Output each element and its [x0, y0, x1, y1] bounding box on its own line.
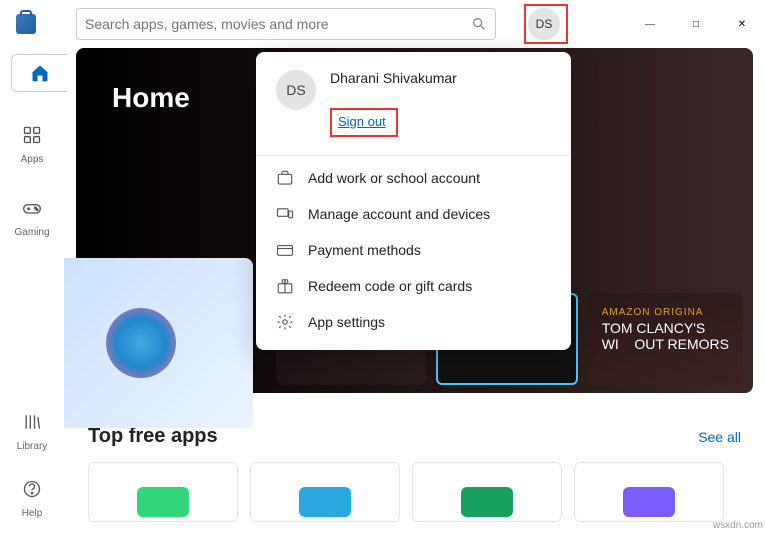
nav-home[interactable]	[0, 54, 67, 92]
minimize-button[interactable]: —	[627, 8, 673, 40]
search-input[interactable]	[85, 16, 471, 32]
nav-apps[interactable]: Apps	[12, 116, 52, 165]
gaming-icon	[22, 198, 42, 218]
page-title: Home	[112, 82, 190, 114]
library-icon	[22, 412, 42, 432]
divider	[256, 155, 571, 156]
store-logo-icon	[16, 14, 36, 34]
flyout-payment[interactable]: Payment methods	[256, 232, 571, 268]
sign-out-link[interactable]: Sign out	[338, 114, 386, 129]
apps-icon	[22, 125, 42, 145]
help-icon	[22, 479, 42, 499]
flyout-item-label: App settings	[308, 314, 385, 330]
flyout-item-label: Payment methods	[308, 242, 421, 258]
briefcase-icon	[276, 169, 294, 187]
sidebar: Apps Gaming Library Help	[0, 48, 64, 533]
nav-gaming-label: Gaming	[14, 227, 49, 238]
profile-button[interactable]: DS	[528, 8, 560, 40]
nav-help-label: Help	[22, 508, 43, 519]
account-email-redacted	[330, 86, 470, 98]
nav-gaming[interactable]: Gaming	[12, 189, 52, 238]
profile-highlight: DS	[524, 4, 568, 44]
app-card[interactable]	[412, 462, 562, 522]
tile-label: TOM CLANCY'S WI OUT REMORS	[602, 320, 729, 352]
flyout-item-label: Add work or school account	[308, 170, 480, 186]
section-title: Top free apps	[88, 425, 218, 448]
title-bar: DS — □ ✕	[0, 0, 765, 48]
gear-icon	[276, 313, 294, 331]
window-controls: — □ ✕	[627, 8, 765, 40]
avatar: DS	[276, 70, 316, 110]
home-icon	[30, 63, 50, 83]
app-card[interactable]	[574, 462, 724, 522]
hero-tile[interactable]: AMAZON ORIGINA TOM CLANCY'S WI OUT REMOR…	[588, 293, 743, 385]
flyout-redeem[interactable]: Redeem code or gift cards	[256, 268, 571, 304]
flyout-item-label: Redeem code or gift cards	[308, 278, 472, 294]
account-name: Dharani Shivakumar	[330, 70, 470, 86]
flyout-settings[interactable]: App settings	[256, 304, 571, 340]
see-all-link[interactable]: See all	[698, 429, 741, 445]
sign-out-highlight: Sign out	[330, 108, 398, 137]
close-button[interactable]: ✕	[719, 8, 765, 40]
card-icon	[276, 241, 294, 259]
app-card[interactable]	[88, 462, 238, 522]
flyout-manage-account[interactable]: Manage account and devices	[256, 196, 571, 232]
nav-library-label: Library	[17, 441, 48, 452]
nav-help[interactable]: Help	[12, 470, 52, 519]
search-box[interactable]	[76, 8, 496, 40]
app-card-row	[64, 448, 765, 522]
gift-icon	[276, 277, 294, 295]
nav-apps-label: Apps	[21, 154, 44, 165]
maximize-button[interactable]: □	[673, 8, 719, 40]
search-icon[interactable]	[471, 16, 487, 32]
tile-overline: AMAZON ORIGINA	[602, 307, 729, 318]
nav-library[interactable]: Library	[12, 403, 52, 452]
app-card[interactable]	[250, 462, 400, 522]
account-flyout: DS Dharani Shivakumar Sign out Add work …	[256, 52, 571, 350]
flyout-add-account[interactable]: Add work or school account	[256, 160, 571, 196]
devices-icon	[276, 205, 294, 223]
watermark: wsxdn.com	[713, 520, 763, 531]
flyout-item-label: Manage account and devices	[308, 206, 490, 222]
